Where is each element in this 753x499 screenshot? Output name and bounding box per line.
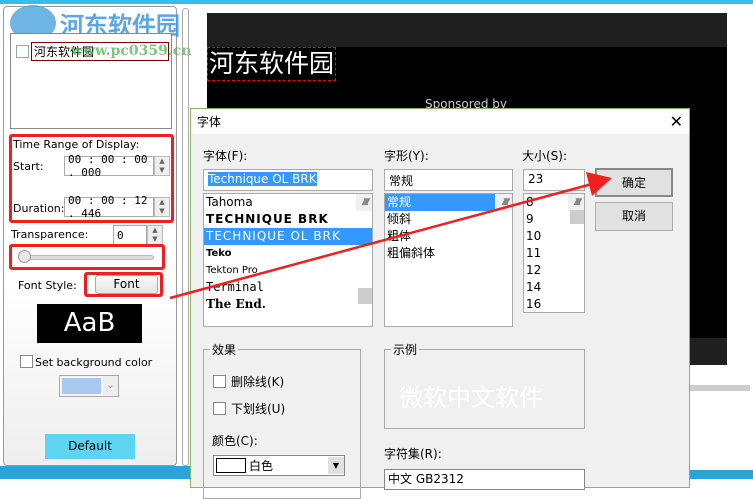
arrow-head-icon — [586, 172, 612, 196]
red-arrow-annotation — [169, 172, 612, 300]
arrow-line — [169, 182, 593, 300]
